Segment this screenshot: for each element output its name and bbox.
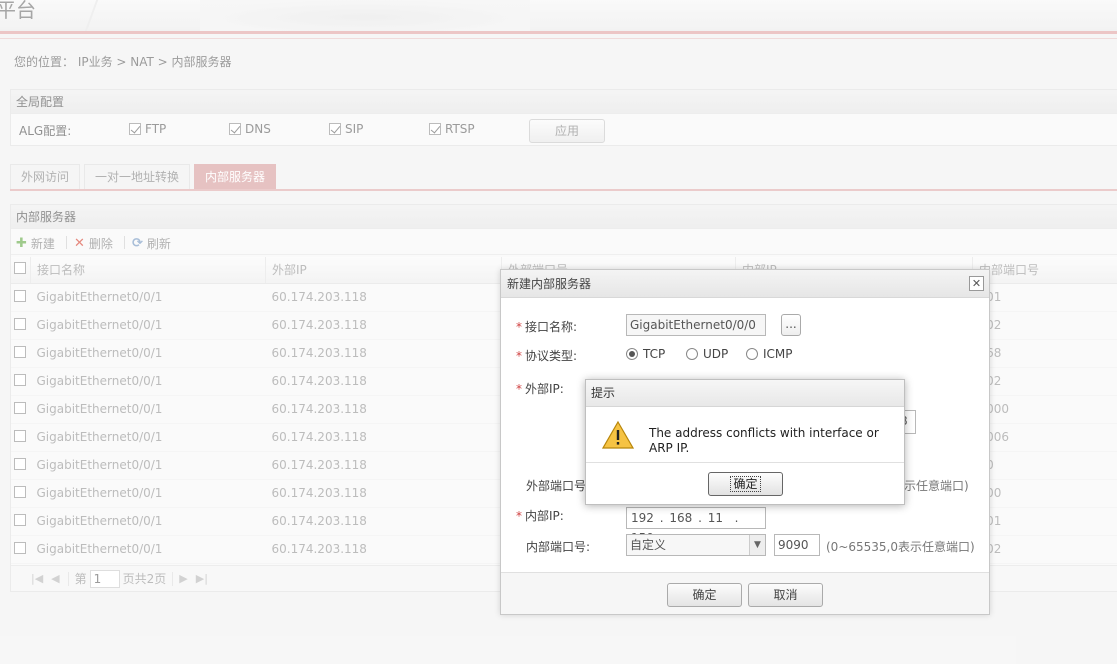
ext-ip-label-row: * 外部IP: xyxy=(516,380,564,397)
int-port-label: 内部端口号: xyxy=(526,540,591,554)
protocol-tcp-label: TCP xyxy=(643,347,666,361)
protocol-udp-radio[interactable]: UDP xyxy=(686,347,728,361)
protocol-tcp-radio[interactable]: TCP xyxy=(626,347,665,361)
protocol-udp-label: UDP xyxy=(703,347,729,361)
radio-icon xyxy=(746,348,758,360)
radio-icon xyxy=(626,348,638,360)
int-ip-octet-2: 168 xyxy=(669,511,693,525)
dialog-footer: 确定 取消 xyxy=(501,572,989,614)
protocol-label-row: * 协议类型: xyxy=(516,347,577,364)
required-mark: * xyxy=(516,320,522,334)
int-ip-octet-3: 11 xyxy=(707,511,723,525)
alert-divider xyxy=(586,462,904,463)
radio-icon xyxy=(686,348,698,360)
required-mark: * xyxy=(516,349,522,363)
dialog-title: 新建内部服务器 xyxy=(501,270,989,298)
iface-label-row: * 接口名称: xyxy=(516,318,577,335)
iface-label: 接口名称: xyxy=(525,320,578,334)
int-ip-label: 内部IP: xyxy=(525,509,564,523)
close-icon[interactable]: ✕ xyxy=(969,276,984,291)
ext-port-label: 外部端口号 xyxy=(526,479,587,493)
int-port-mode-value: 自定义 xyxy=(630,538,667,552)
ext-port-hint: 示任意端口) xyxy=(904,479,969,493)
dialog-cancel-button[interactable]: 取消 xyxy=(748,583,823,607)
protocol-label: 协议类型: xyxy=(525,349,578,363)
int-ip-label-row: * 内部IP: xyxy=(516,507,564,524)
int-port-mode-select[interactable]: 自定义 ▼ xyxy=(626,534,766,556)
int-port-hint: (0~65535,0表示任意端口) xyxy=(826,540,975,554)
alert-ok-label: 确定 xyxy=(730,476,761,492)
required-mark: * xyxy=(516,509,522,523)
protocol-icmp-radio[interactable]: ICMP xyxy=(746,347,793,361)
ext-ip-label: 外部IP: xyxy=(525,382,564,396)
iface-field[interactable]: GigabitEthernet0/0/0 xyxy=(626,314,766,336)
int-ip-octet-1: 192 xyxy=(631,511,654,525)
alert-title: 提示 xyxy=(586,380,904,407)
alert-ok-button[interactable]: 确定 xyxy=(708,472,783,496)
int-ip-field[interactable]: 192 . 168 . 11 . 150 xyxy=(626,507,766,545)
warning-icon xyxy=(602,420,634,449)
conflict-alert: 提示 The address conflicts with interface … xyxy=(585,379,905,505)
int-port-field[interactable]: 9090 xyxy=(774,534,820,556)
chevron-down-icon: ▼ xyxy=(749,535,765,555)
browse-iface-button[interactable]: ... xyxy=(781,314,801,336)
alert-message: The address conflicts with interface or … xyxy=(649,426,879,455)
required-mark: * xyxy=(516,382,522,396)
protocol-icmp-label: ICMP xyxy=(763,347,793,361)
dialog-ok-button[interactable]: 确定 xyxy=(667,583,742,607)
